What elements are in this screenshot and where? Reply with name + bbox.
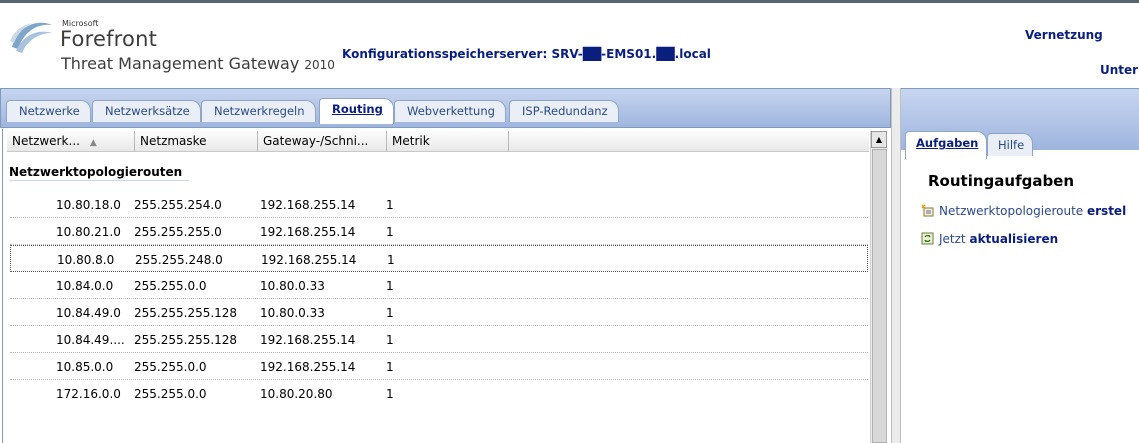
tab-netzwerkregeln[interactable]: Netzwerkregeln xyxy=(201,100,316,122)
forefront-logo: Microsoft Forefront Threat Management Ga… xyxy=(8,13,338,87)
column-header-netmask[interactable]: Netzmaske xyxy=(135,131,258,152)
table-row[interactable]: 172.16.0.0 255.255.0.0 10.80.20.80 1 xyxy=(10,380,868,407)
column-header-metric[interactable]: Metrik xyxy=(387,131,509,152)
vertical-scrollbar[interactable]: ▲ xyxy=(870,131,887,443)
table-row[interactable]: 10.80.18.0 255.255.254.0 192.168.255.14 … xyxy=(10,191,868,218)
task-refresh[interactable]: Jetzt aktualisieren xyxy=(921,232,1058,246)
table-row[interactable]: 10.85.0.0 255.255.0.0 192.168.255.14 1 xyxy=(10,353,868,380)
forefront-swirl-icon xyxy=(10,22,52,53)
config-server-label: Konfigurationsspeicherserver: SRV-██-EMS… xyxy=(342,47,711,61)
nav-vernetzung-link[interactable]: Vernetzung xyxy=(1025,28,1103,42)
tab-netzwerksaetze[interactable]: Netzwerksätze xyxy=(92,100,201,122)
table-row[interactable]: 10.84.0.0 255.255.0.0 10.80.0.33 1 xyxy=(10,272,868,299)
group-underline xyxy=(9,180,189,181)
table-row[interactable]: 10.84.49.0 255.255.255.128 10.80.0.33 1 xyxy=(10,299,868,326)
details-pane: Netzwerke Netzwerksätze Netzwerkregeln R… xyxy=(0,88,891,443)
tab-isp-redundanz[interactable]: ISP-Redundanz xyxy=(509,100,619,122)
column-headers: Netzwerk... ▲ Netzmaske Gateway-/Schni...… xyxy=(7,131,869,152)
tabstrip: Netzwerke Netzwerksätze Netzwerkregeln R… xyxy=(0,88,891,128)
tab-netzwerke[interactable]: Netzwerke xyxy=(6,100,91,122)
refresh-icon xyxy=(921,232,934,245)
sort-ascending-icon: ▲ xyxy=(89,138,97,148)
tab-webverkettung[interactable]: Webverkettung xyxy=(394,100,506,122)
table-row-selected[interactable]: 10.80.8.0 255.255.248.0 192.168.255.14 1 xyxy=(10,245,868,272)
routes-grid: Netzwerk... ▲ Netzmaske Gateway-/Schni...… xyxy=(2,129,888,443)
nav-unter-link[interactable]: Unter xyxy=(1100,63,1138,77)
scroll-up-arrow-icon[interactable]: ▲ xyxy=(871,131,887,148)
task-pane-content: Routingaufgaben Netzwerktopologieroute e… xyxy=(901,156,1139,443)
pane-splitter[interactable] xyxy=(891,88,901,443)
group-title: Netzwerktopologierouten xyxy=(9,165,183,179)
table-row[interactable]: 10.80.21.0 255.255.255.0 192.168.255.14 … xyxy=(10,218,868,245)
tab-aufgaben[interactable]: Aufgaben xyxy=(905,131,988,159)
scrollbar-thumb[interactable] xyxy=(872,149,887,443)
product-name: Forefront xyxy=(60,27,158,51)
tasks-title: Routingaufgaben xyxy=(928,172,1075,190)
product-subtitle: Threat Management Gateway 2010 xyxy=(61,54,335,73)
table-row[interactable]: 10.84.49.... 255.255.255.128 192.168.255… xyxy=(10,326,868,353)
task-pane: Aufgaben Hilfe Routingaufgaben Netzwerkt… xyxy=(901,88,1139,443)
column-header-network[interactable]: Netzwerk... ▲ xyxy=(7,131,135,152)
tab-routing[interactable]: Routing xyxy=(319,98,394,124)
task-pane-tabstrip: Aufgaben Hilfe xyxy=(901,88,1139,159)
tab-hilfe[interactable]: Hilfe xyxy=(987,133,1034,157)
new-route-icon xyxy=(921,204,934,217)
column-header-gateway[interactable]: Gateway-/Schni... xyxy=(258,131,387,152)
task-create-route[interactable]: Netzwerktopologieroute erstel xyxy=(921,204,1126,218)
header: Microsoft Forefront Threat Management Ga… xyxy=(0,0,1139,88)
